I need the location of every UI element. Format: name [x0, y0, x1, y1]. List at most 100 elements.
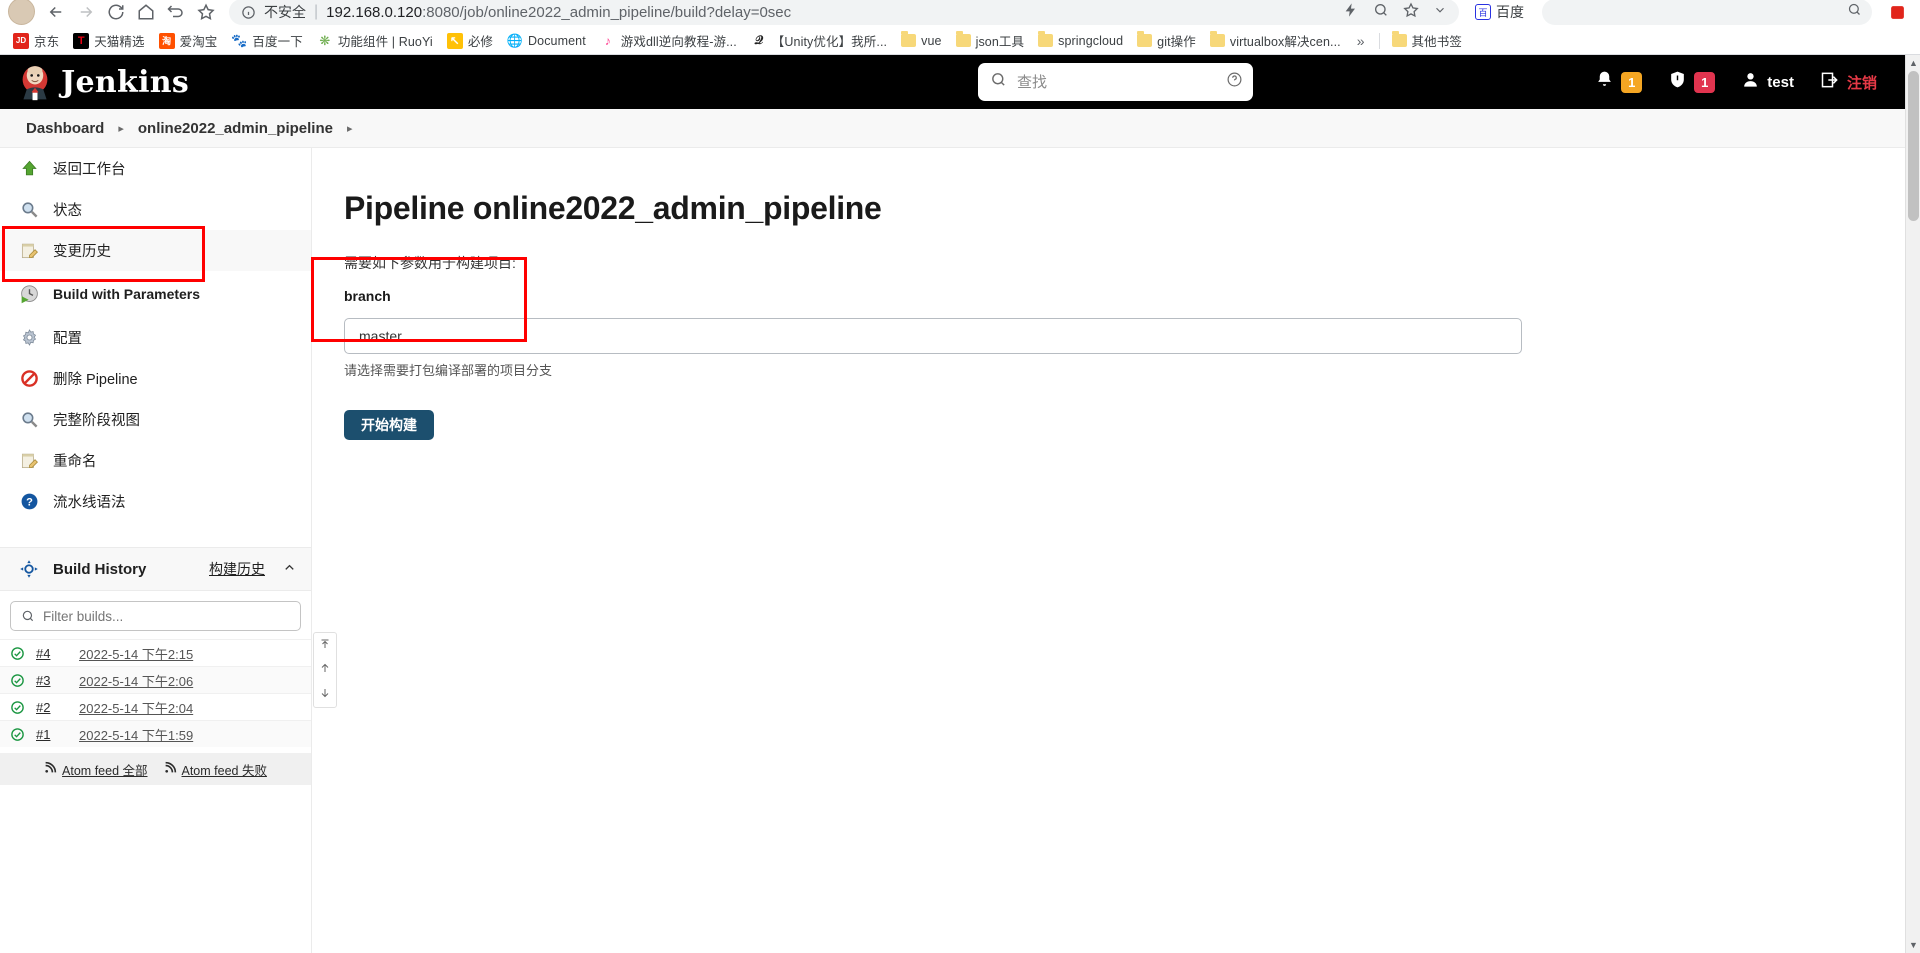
sidebar-item-build-with-parameters[interactable]: Build with Parameters [0, 271, 311, 317]
bookmark-item[interactable]: ❋ 功能组件 | RuoYi [310, 29, 440, 52]
page-title: Pipeline online2022_admin_pipeline [344, 190, 882, 226]
magnifier-icon [18, 409, 40, 431]
table-row[interactable]: #2 2022-5-14 下午2:04 [0, 693, 311, 720]
sidebar-item-back-to-dashboard[interactable]: 返回工作台 [0, 148, 311, 189]
build-number-link[interactable]: #1 [36, 727, 68, 742]
forward-icon[interactable] [71, 0, 101, 25]
rss-icon [164, 761, 177, 777]
scroll-up-icon[interactable] [319, 662, 331, 677]
help-circle-icon[interactable] [1226, 71, 1243, 93]
sidebar-item-pipeline-syntax[interactable]: ? 流水线语法 [0, 481, 311, 522]
jenkins-logo-link[interactable]: Jenkins [18, 63, 189, 101]
omnibox-star-icon[interactable] [1403, 1, 1419, 23]
bookmark-item[interactable]: 🐾 百度一下 [224, 29, 309, 52]
build-date-link[interactable]: 2022-5-14 下午1:59 [79, 725, 193, 744]
sidebar-item-change-history[interactable]: 变更历史 [0, 230, 311, 271]
status-success-icon [10, 727, 25, 742]
notifications-button[interactable]: 1 [1582, 55, 1655, 109]
sidebar-item-full-stage-view[interactable]: 完整阶段视图 [0, 399, 311, 440]
scrollbar-up-arrow-icon[interactable]: ▲ [1906, 55, 1920, 71]
back-icon[interactable] [41, 0, 71, 25]
logout-button[interactable]: 注销 [1807, 55, 1890, 109]
bookmark-item[interactable]: 𝒬 【Unity优化】我所... [744, 29, 894, 52]
bookmark-folder[interactable]: springcloud [1031, 31, 1130, 50]
table-row[interactable]: #3 2022-5-14 下午2:06 [0, 666, 311, 693]
scroll-to-top-icon[interactable] [319, 638, 331, 653]
chevron-up-icon[interactable] [278, 560, 297, 578]
bookmark-item[interactable]: ↖ 必修 [440, 29, 500, 52]
bookmark-item[interactable]: T 天猫精选 [66, 29, 151, 52]
breadcrumb-item-job[interactable]: online2022_admin_pipeline [130, 120, 341, 137]
sidebar-item-configure[interactable]: 配置 [0, 317, 311, 358]
build-clock-icon [18, 283, 40, 305]
table-row[interactable]: #4 2022-5-14 下午2:15 [0, 639, 311, 666]
build-date-link[interactable]: 2022-5-14 下午2:04 [79, 698, 193, 717]
sidebar-item-delete-pipeline[interactable]: 删除 Pipeline [0, 358, 311, 399]
search-in-page-icon[interactable] [1373, 2, 1389, 23]
sidebar-item-label: 完整阶段视图 [53, 413, 140, 429]
branch-input[interactable] [344, 318, 1522, 354]
notepad-icon [18, 240, 40, 262]
extension-search-box[interactable] [1542, 0, 1872, 25]
page-scrollbar[interactable]: ▲ ▼ [1905, 55, 1920, 953]
reload-icon[interactable] [101, 0, 131, 25]
document-icon: 🌐 [507, 32, 524, 49]
youku-icon: ♪ [599, 32, 616, 49]
bookmarks-bar: JD 京东 T 天猫精选 淘爱淘宝 🐾 百度一下 ❋ 功能组件 | RuoYi ↖ 必修 … [0, 27, 1920, 55]
jenkins-search-box[interactable] [978, 63, 1253, 101]
bookmark-folder[interactable]: vue [894, 31, 948, 50]
bookmark-item[interactable]: ♪ 游戏dll逆向教程-游... [593, 29, 744, 52]
bookmark-folder[interactable]: git操作 [1130, 29, 1203, 52]
search-input[interactable] [1017, 73, 1216, 91]
jenkins-header: Jenkins 1 1 test [0, 55, 1920, 109]
search-icon [1847, 2, 1862, 22]
omnibox-chevron-down-icon[interactable] [1433, 3, 1447, 22]
not-secure-info-icon [241, 5, 256, 20]
ruoyi-icon: ❋ [316, 32, 333, 49]
table-row[interactable]: #1 2022-5-14 下午1:59 [0, 720, 311, 747]
breadcrumb-item-dashboard[interactable]: Dashboard [18, 120, 112, 137]
security-badge: 1 [1694, 71, 1716, 93]
sidebar-item-status[interactable]: 状态 [0, 189, 311, 230]
tmall-icon: T [73, 32, 90, 49]
bookmark-folder[interactable]: virtualbox解决cen... [1203, 29, 1348, 52]
atom-feed-all-link[interactable]: Atom feed 全部 [44, 760, 148, 779]
build-date-link[interactable]: 2022-5-14 下午2:06 [79, 671, 193, 690]
start-build-button[interactable]: 开始构建 [344, 410, 434, 440]
bookmark-item[interactable]: JD 京东 [6, 29, 66, 52]
history-back-icon[interactable] [161, 0, 191, 25]
home-icon[interactable] [131, 0, 161, 25]
scrollbar-down-arrow-icon[interactable]: ▼ [1906, 937, 1920, 953]
build-number-link[interactable]: #3 [36, 673, 68, 688]
bookmarks-overflow-button[interactable]: » [1348, 31, 1374, 51]
sidebar-item-label: 流水线语法 [53, 495, 126, 511]
other-bookmarks-folder[interactable]: 其他书签 [1385, 29, 1469, 52]
scroll-down-icon[interactable] [319, 687, 331, 702]
scroll-helper-widget[interactable] [313, 632, 337, 708]
extension-puzzle-icon[interactable] [1882, 0, 1912, 25]
atom-feed-failed-link[interactable]: Atom feed 失败 [164, 760, 267, 779]
bookmark-folder[interactable]: json工具 [949, 29, 1032, 52]
user-menu-button[interactable]: test [1728, 55, 1807, 109]
parameter-description: 请选择需要打包编译部署的项目分支 [344, 363, 553, 378]
sidebar-item-label: 重命名 [53, 454, 97, 470]
bookmark-star-icon[interactable] [191, 0, 221, 25]
filter-builds-box[interactable] [10, 601, 301, 631]
scrollbar-thumb[interactable] [1908, 71, 1919, 221]
filter-builds-input[interactable] [43, 608, 290, 624]
sidebar-item-rename[interactable]: 重命名 [0, 440, 311, 481]
taobao-icon: 淘 [158, 32, 175, 49]
bookmark-item[interactable]: 🌐 Document [500, 31, 593, 51]
build-date-link[interactable]: 2022-5-14 下午2:15 [79, 644, 193, 663]
security-warnings-button[interactable]: 1 [1655, 55, 1728, 109]
profile-avatar[interactable] [8, 0, 35, 25]
parameters-intro-text: 需要如下参数用于构建项目: [344, 255, 516, 271]
build-number-link[interactable]: #4 [36, 646, 68, 661]
bookmark-item[interactable]: 淘爱淘宝 [152, 29, 225, 52]
folder-icon [1038, 31, 1054, 47]
build-history-link[interactable]: 构建历史 [209, 559, 265, 579]
lightning-icon[interactable] [1343, 2, 1359, 23]
address-bar[interactable]: 不安全 | 192.168.0.120:8080/job/online2022_… [229, 0, 1459, 25]
build-number-link[interactable]: #2 [36, 700, 68, 715]
baidu-extension-chip[interactable]: 百 百度 [1471, 1, 1528, 23]
